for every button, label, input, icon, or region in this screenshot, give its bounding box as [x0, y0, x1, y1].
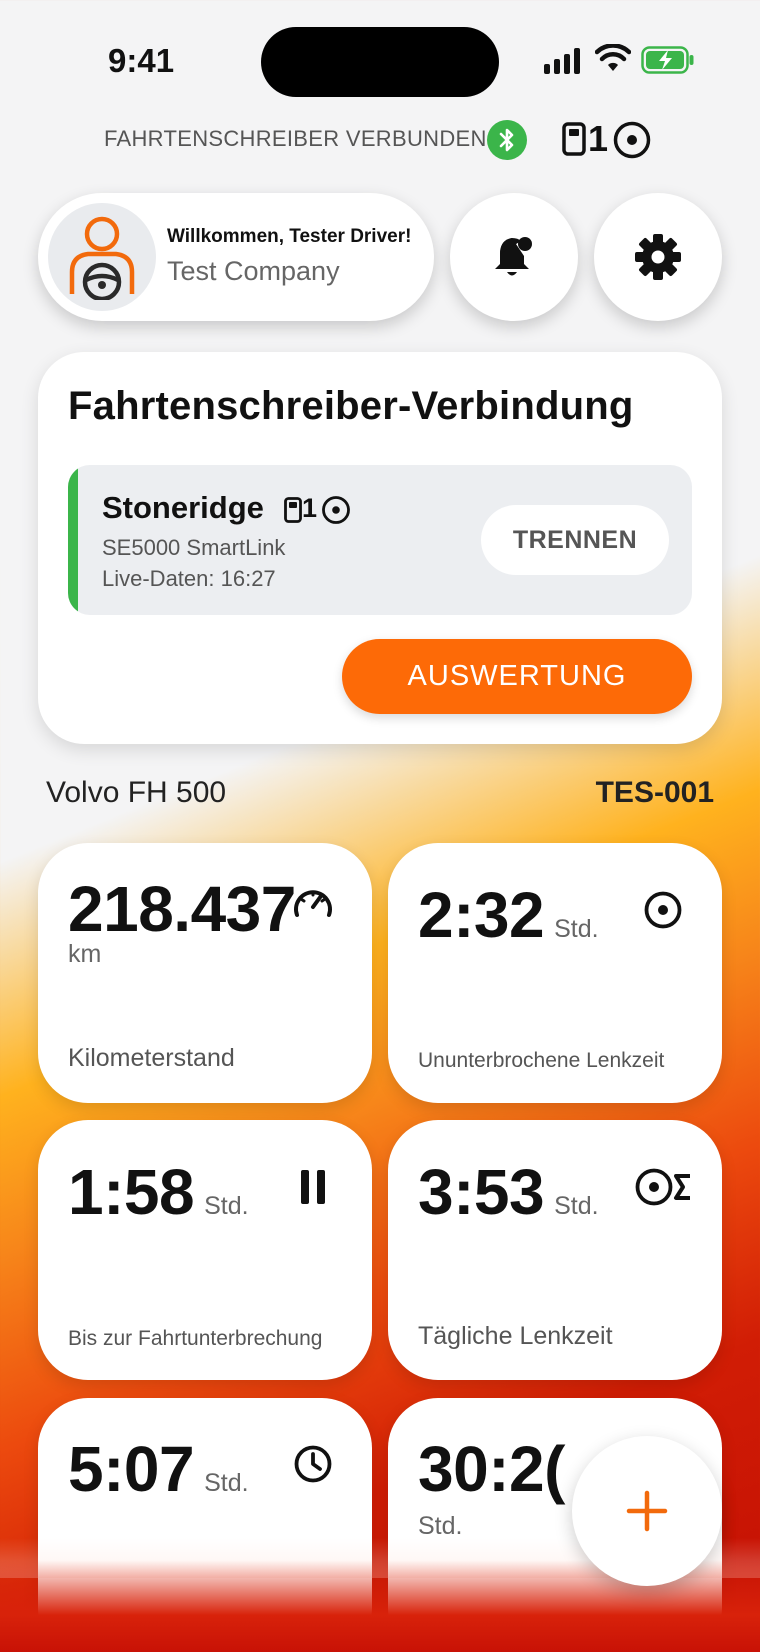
wifi-icon [595, 44, 631, 71]
driver-card-icon [284, 497, 302, 523]
continuous-driving-value: 2:32 [418, 879, 545, 951]
status-time: 9:41 [108, 42, 175, 79]
until-break-unit: Std. [204, 1192, 249, 1220]
clock-icon [294, 1445, 332, 1483]
weekly-tile-unit: Std. [418, 1512, 463, 1540]
device-model: SE5000 SmartLink [102, 535, 286, 560]
steering-wheel-icon [322, 496, 350, 524]
tachograph-connected-status: FAHRTENSCHREIBER VERBUNDEN [104, 126, 487, 151]
vehicle-model: Volvo FH 500 [46, 776, 227, 809]
driver-card-icon [562, 122, 586, 156]
odometer-label: Kilometerstand [68, 1044, 235, 1072]
continuous-driving-unit: Std. [554, 915, 599, 943]
disconnect-button[interactable]: TRENNEN [481, 505, 669, 575]
card-slot-number: 1 [588, 118, 609, 159]
pause-icon [301, 1170, 325, 1204]
cellular-signal-icon [544, 48, 580, 74]
live-data-time: Live-Daten: 16:27 [102, 566, 276, 591]
daily-driving-value: 3:53 [418, 1156, 545, 1228]
settings-button[interactable] [594, 193, 722, 321]
notifications-button[interactable] [450, 193, 578, 321]
company-name: Test Company [167, 256, 340, 286]
battery-charging-icon [641, 46, 694, 74]
device-status-bar [68, 465, 78, 615]
driver-avatar [48, 203, 156, 311]
odometer-unit: km [68, 940, 102, 968]
steering-wheel-sum-icon [635, 1168, 690, 1206]
add-button[interactable] [572, 1436, 722, 1586]
steering-wheel-icon [613, 121, 651, 159]
plus-icon [626, 1490, 668, 1532]
driver-icon [69, 216, 135, 300]
bell-icon [495, 237, 532, 276]
until-break-label: Bis zur Fahrtunterbrechung [68, 1327, 323, 1350]
dynamic-island [261, 27, 499, 97]
odometer-value: 218.437 [68, 873, 296, 945]
gear-icon [635, 234, 681, 280]
daily-driving-unit: Std. [554, 1192, 599, 1220]
device-name: Stoneridge [102, 490, 264, 525]
until-break-value: 1:58 [68, 1156, 195, 1228]
bluetooth-icon [487, 120, 527, 160]
license-plate: TES-001 [595, 776, 714, 809]
speedometer-icon [294, 890, 332, 917]
continuous-driving-label: Ununterbrochene Lenkzeit [418, 1049, 665, 1072]
steering-wheel-icon [644, 891, 682, 929]
daily-driving-label: Tägliche Lenkzeit [418, 1322, 613, 1350]
time-tile-value: 5:07 [68, 1433, 195, 1505]
time-tile-unit: Std. [204, 1469, 249, 1497]
welcome-text: Willkommen, Tester Driver! [167, 226, 412, 247]
card-title: Fahrtenschreiber-Verbindung [68, 384, 634, 428]
evaluation-button[interactable]: AUSWERTUNG [342, 639, 692, 714]
device-slot-number: 1 [302, 493, 318, 523]
